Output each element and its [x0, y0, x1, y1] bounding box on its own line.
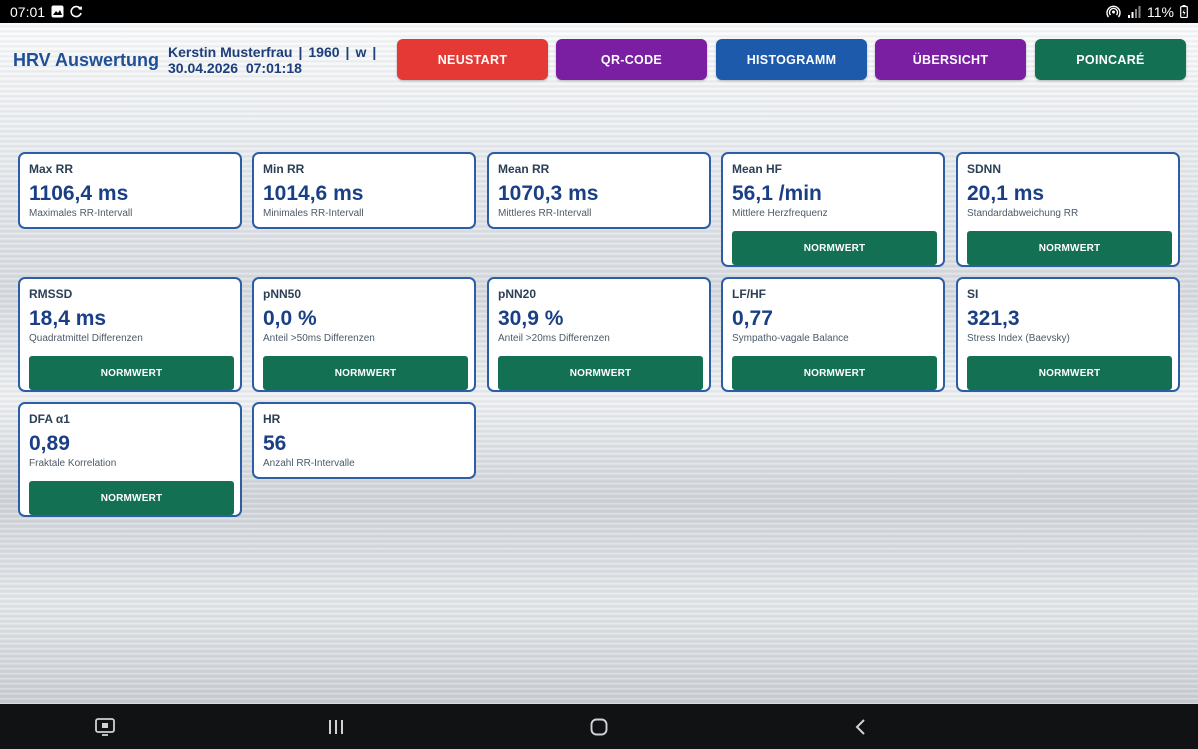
patient-info: Kerstin Musterfrau | 1960 | w | 30.04.2026 07…: [168, 44, 382, 76]
measurement-date: 30.04.2026: [168, 60, 239, 76]
datetime-row: 30.04.2026 07:01:18: [168, 60, 382, 76]
measurement-time: 07:01:18: [245, 60, 302, 76]
metric-value: 1070,3 ms: [498, 182, 599, 205]
qr-code-button[interactable]: QR-CODE: [556, 39, 707, 80]
normwert-button[interactable]: NORMWERT: [967, 356, 1172, 390]
normwert-button[interactable]: NORMWERT: [732, 356, 937, 390]
metric-label: SI: [967, 287, 979, 301]
normwert-button[interactable]: NORMWERT: [732, 231, 937, 265]
metric-card-pnn20: pNN20 30,9 % Anteil >20ms Differenzen NO…: [487, 277, 711, 392]
metric-value: 18,4 ms: [29, 307, 107, 330]
histogramm-button[interactable]: HISTOGRAMM: [716, 39, 867, 80]
metric-value: 30,9 %: [498, 307, 564, 330]
status-right: 11%: [1106, 4, 1188, 20]
normwert-button[interactable]: NORMWERT: [29, 356, 234, 390]
metric-description: Minimales RR-Intervall: [263, 208, 364, 219]
status-bar: 07:01 11%: [0, 0, 1198, 23]
navigation-bar: [0, 704, 1198, 749]
normwert-button[interactable]: NORMWERT: [498, 356, 703, 390]
metric-card-min-rr: Min RR 1014,6 ms Minimales RR-Intervall: [252, 152, 476, 229]
metric-label: RMSSD: [29, 287, 73, 301]
screenshot-icon[interactable]: [92, 714, 118, 740]
metric-description: Mittlere Herzfrequenz: [732, 208, 828, 219]
metric-description: Quadratmittel Differenzen: [29, 333, 143, 344]
poincare-button[interactable]: POINCARÉ: [1035, 39, 1186, 80]
metric-label: HR: [263, 412, 281, 426]
metric-description: Mittleres RR-Intervall: [498, 208, 592, 219]
metric-value: 0,89: [29, 432, 70, 455]
normwert-button[interactable]: NORMWERT: [967, 231, 1172, 265]
image-icon: [51, 5, 64, 18]
metric-value: 1014,6 ms: [263, 182, 364, 205]
battery-percent: 11%: [1147, 3, 1174, 20]
metric-value: 1106,4 ms: [29, 182, 129, 205]
metric-value: 56: [263, 432, 287, 455]
metric-label: DFA α1: [29, 412, 70, 426]
metric-card-mean-rr: Mean RR 1070,3 ms Mittleres RR-Intervall: [487, 152, 711, 229]
recent-apps-icon[interactable]: [323, 714, 349, 740]
status-left: 07:01: [10, 4, 83, 20]
metric-card-max-rr: Max RR 1106,4 ms Maximales RR-Intervall: [18, 152, 242, 229]
metric-description: Fraktale Korrelation: [29, 458, 117, 469]
metric-label: Mean HF: [732, 162, 783, 176]
metric-value: 20,1 ms: [967, 182, 1045, 205]
clock: 07:01: [10, 3, 46, 20]
patient-row: Kerstin Musterfrau | 1960 | w |: [168, 44, 382, 60]
neustart-button[interactable]: NEUSTART: [397, 39, 548, 80]
metric-label: Min RR: [263, 162, 305, 176]
normwert-button[interactable]: NORMWERT: [263, 356, 468, 390]
patient-name: Kerstin Musterfrau: [168, 44, 293, 60]
app-title: HRV Auswertung: [13, 50, 160, 70]
metric-card-sdnn: SDNN 20,1 ms Standardabweichung RR NORMW…: [956, 152, 1180, 267]
home-icon[interactable]: [586, 714, 612, 740]
normwert-button[interactable]: NORMWERT: [29, 481, 234, 515]
metric-card-rmssd: RMSSD 18,4 ms Quadratmittel Differenzen …: [18, 277, 242, 392]
metric-label: pNN50: [263, 287, 302, 301]
metric-value: 0,0 %: [263, 307, 317, 330]
metric-description: Standardabweichung RR: [967, 208, 1079, 219]
metric-card-si: SI 321,3 Stress Index (Baevsky) NORMWERT: [956, 277, 1180, 392]
metric-label: pNN20: [498, 287, 537, 301]
uebersicht-button[interactable]: ÜBERSICHT: [875, 39, 1026, 80]
metric-description: Stress Index (Baevsky): [967, 333, 1070, 344]
metric-value: 321,3: [967, 307, 1020, 330]
separator: |: [298, 44, 303, 60]
sex: w: [355, 44, 367, 60]
signal-icon: [1127, 5, 1141, 18]
metric-card-pnn50: pNN50 0,0 % Anteil >50ms Differenzen NOR…: [252, 277, 476, 392]
metric-card-lf-hf: LF/HF 0,77 Sympatho-vagale Balance NORMW…: [721, 277, 945, 392]
metric-label: LF/HF: [732, 287, 766, 301]
metric-card-dfa-alpha1: DFA α1 0,89 Fraktale Korrelation NORMWER…: [18, 402, 242, 517]
metric-description: Sympatho-vagale Balance: [732, 333, 849, 344]
metric-description: Anzahl RR-Intervalle: [263, 458, 355, 469]
metric-description: Anteil >20ms Differenzen: [498, 333, 610, 344]
separator: |: [345, 44, 350, 60]
metric-card-mean-hf: Mean HF 56,1 /min Mittlere Herzfrequenz …: [721, 152, 945, 267]
metric-card-hr: HR 56 Anzahl RR-Intervalle: [252, 402, 476, 479]
back-icon[interactable]: [848, 714, 874, 740]
birth-year: 1960: [308, 44, 340, 60]
header: HRV Auswertung Kerstin Musterfrau | 1960 | w…: [0, 23, 1198, 93]
battery-icon: [1180, 5, 1188, 18]
metric-value: 0,77: [732, 307, 773, 330]
metric-label: Max RR: [29, 162, 74, 176]
metric-label: SDNN: [967, 162, 1002, 176]
hotspot-icon: [1106, 5, 1121, 18]
metric-description: Maximales RR-Intervall: [29, 208, 133, 219]
metric-value: 56,1 /min: [732, 182, 822, 205]
app-content: HRV Auswertung Kerstin Musterfrau | 1960 | w…: [0, 23, 1198, 704]
metric-label: Mean RR: [498, 162, 550, 176]
metric-description: Anteil >50ms Differenzen: [263, 333, 375, 344]
separator: |: [372, 44, 377, 60]
sync-icon: [70, 5, 83, 18]
